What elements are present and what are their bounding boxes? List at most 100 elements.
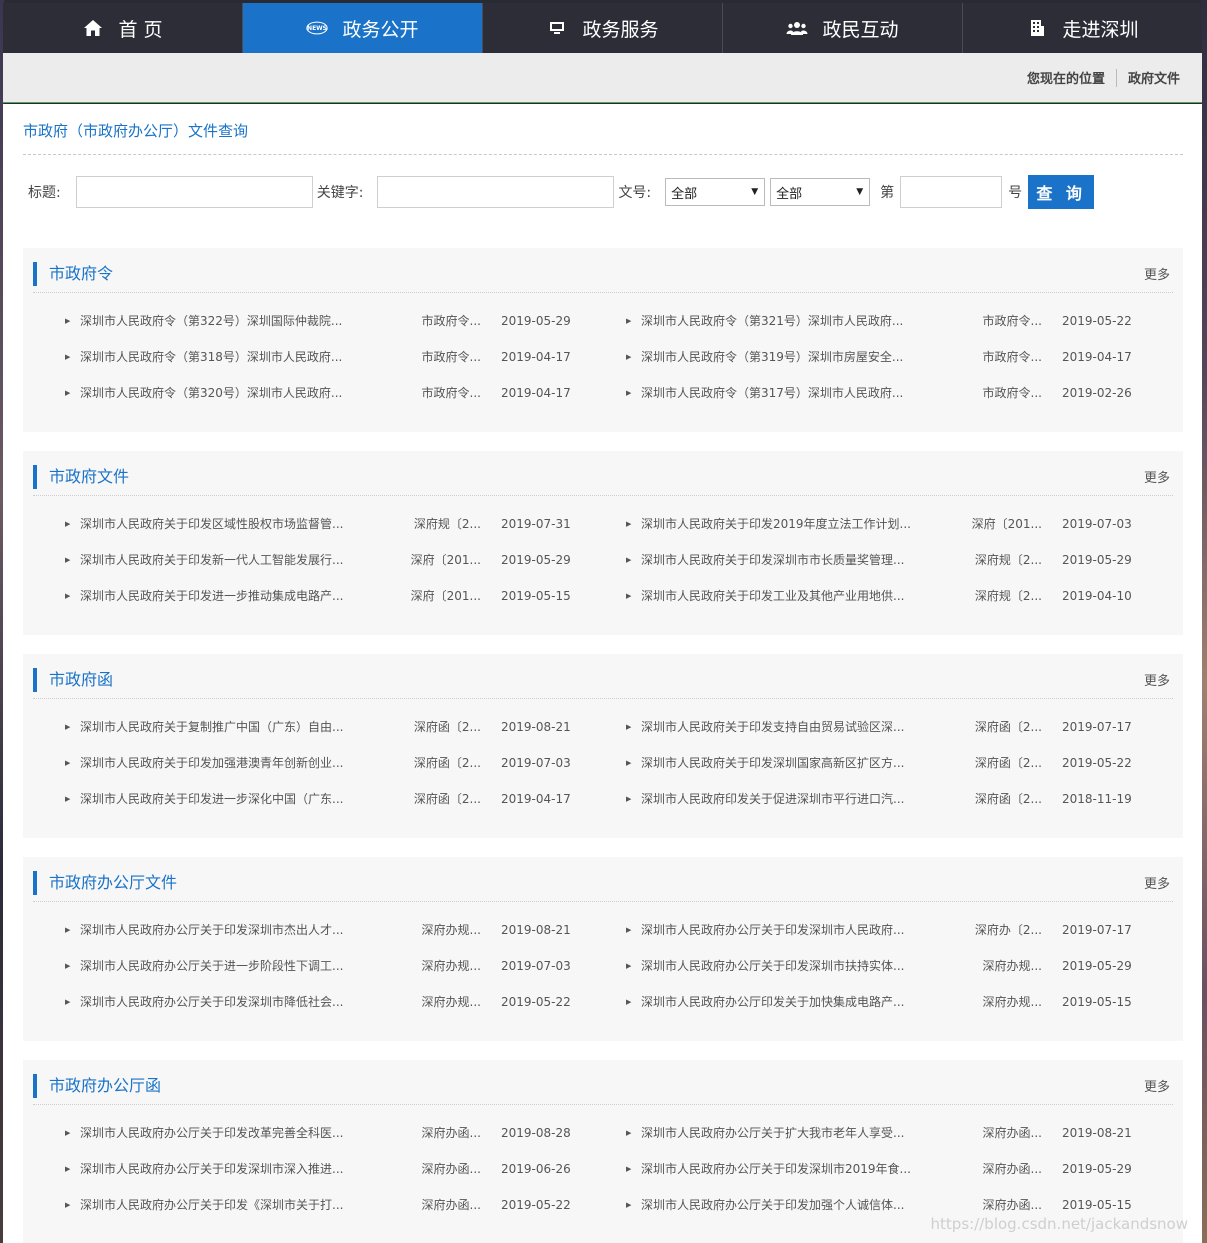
doc-number: 市政府令... [421, 314, 481, 328]
section-divider [33, 698, 1173, 699]
bullet-triangle-icon: ▶ [626, 998, 632, 1006]
list-row: ▶ 深圳市人民政府关于复制推广中国（广东）自由... 深府函〔2... 2019-08… [23, 717, 1183, 737]
section-title: 市政府令 [33, 262, 113, 286]
doc-year-select[interactable]: 全部 ▼ [770, 178, 871, 206]
doc-number: 深府办函... [982, 1126, 1042, 1140]
doc-title-link[interactable]: 深圳市人民政府令（第318号）深圳市人民政府... [80, 347, 350, 367]
doc-title-link[interactable]: 深圳市人民政府办公厅印发关于加快集成电路产... [641, 992, 921, 1012]
more-link[interactable]: 更多 [1144, 670, 1170, 689]
doc-date: 2019-08-21 [1062, 1126, 1132, 1140]
doc-title-link[interactable]: 深圳市人民政府关于印发进一步深化中国（广东... [80, 789, 350, 809]
doc-title-link[interactable]: 深圳市人民政府办公厅关于印发深圳市扶持实体... [641, 956, 921, 976]
doc-number: 深府函〔2... [974, 792, 1042, 806]
doc-type-select[interactable]: 全部 ▼ [665, 178, 766, 206]
doc-title-link[interactable]: 深圳市人民政府办公厅关于进一步阶段性下调工... [80, 956, 350, 976]
list-row: ▶ 深圳市人民政府办公厅关于印发深圳市降低社会... 深府办规... 2019-05-… [23, 992, 1183, 1012]
list-row: ▶ 深圳市人民政府关于印发区域性股权市场监督管... 深府规〔2... 2019-07… [23, 514, 1183, 534]
nav-item-government-services[interactable]: 政务服务 [483, 3, 723, 53]
doc-number: 市政府令... [421, 350, 481, 364]
list-row: ▶ 深圳市人民政府令（第318号）深圳市人民政府... 市政府令... 2019-04… [23, 347, 1183, 367]
doc-number: 市政府令... [982, 314, 1042, 328]
nav-item-government-affairs-open[interactable]: NEWS 政务公开 [243, 3, 483, 53]
list-row: ▶ 深圳市人民政府办公厅关于进一步阶段性下调工... 深府办规... 2019-07-… [23, 956, 1183, 976]
top-nav: 首 页 NEWS 政务公开 政务服务 政民互动 走进深圳 [3, 3, 1202, 53]
breadcrumb-current[interactable]: 政府文件 [1128, 68, 1180, 87]
doc-date: 2019-08-21 [501, 923, 571, 937]
doc-title-link[interactable]: 深圳市人民政府令（第320号）深圳市人民政府... [80, 383, 350, 403]
doc-title-link[interactable]: 深圳市人民政府令（第322号）深圳国际仲裁院... [80, 311, 350, 331]
doc-date: 2019-06-26 [501, 1162, 571, 1176]
nav-item-home[interactable]: 首 页 [3, 3, 243, 53]
doc-date: 2019-08-21 [501, 720, 571, 734]
more-link[interactable]: 更多 [1144, 264, 1170, 283]
more-link[interactable]: 更多 [1144, 467, 1170, 486]
bullet-triangle-icon: ▶ [65, 592, 71, 600]
doc-date: 2019-05-15 [501, 589, 571, 603]
doc-number: 深府办函... [982, 1198, 1042, 1212]
dropdown-arrow-icon: ▼ [856, 187, 864, 197]
doc-title-link[interactable]: 深圳市人民政府关于印发支持自由贸易试验区深... [641, 717, 921, 737]
title-input[interactable] [75, 176, 313, 208]
doc-title-link[interactable]: 深圳市人民政府办公厅关于扩大我市老年人享受... [641, 1123, 921, 1143]
doc-title-link[interactable]: 深圳市人民政府办公厅关于印发加强个人诚信体... [641, 1195, 921, 1215]
bullet-triangle-icon: ▶ [626, 795, 632, 803]
doc-date: 2019-05-15 [1062, 1198, 1132, 1212]
section-divider [33, 901, 1173, 902]
doc-title-link[interactable]: 深圳市人民政府办公厅关于印发深圳市2019年食... [641, 1159, 921, 1179]
doc-number: 深府〔201... [410, 553, 481, 567]
doc-number: 深府办函... [421, 1126, 481, 1140]
more-link[interactable]: 更多 [1144, 1076, 1170, 1095]
doc-title-link[interactable]: 深圳市人民政府印发关于促进深圳市平行进口汽... [641, 789, 921, 809]
search-form: 标题: 关键字: 文号: 全部 ▼ 全部 ▼ 第 号 查 询 [23, 175, 1095, 209]
list-row: ▶ 深圳市人民政府关于印发进一步推动集成电路产... 深府〔201... 2019-0… [23, 586, 1183, 606]
nav-item-public-interaction[interactable]: 政民互动 [723, 3, 963, 53]
title-label: 标题: [28, 185, 61, 201]
doc-type-select-value: 全部 [671, 186, 698, 202]
doc-title-link[interactable]: 深圳市人民政府关于印发深圳市市长质量奖管理... [641, 550, 921, 570]
doc-title-link[interactable]: 深圳市人民政府关于印发2019年度立法工作计划... [641, 514, 921, 534]
list-row: ▶ 深圳市人民政府办公厅关于印发《深圳市关于打... 深府办函... 2019-05-… [23, 1195, 1183, 1215]
bullet-triangle-icon: ▶ [626, 1201, 632, 1209]
bullet-triangle-icon: ▶ [626, 592, 632, 600]
doc-title-link[interactable]: 深圳市人民政府令（第319号）深圳市房屋安全... [641, 347, 921, 367]
doc-title-link[interactable]: 深圳市人民政府办公厅关于印发深圳市人民政府... [641, 920, 921, 940]
doc-title-link[interactable]: 深圳市人民政府关于复制推广中国（广东）自由... [80, 717, 350, 737]
bullet-triangle-icon: ▶ [65, 1129, 71, 1137]
doc-number: 深府办规... [421, 959, 481, 973]
list-row: ▶ 深圳市人民政府关于印发进一步深化中国（广东... 深府函〔2... 2019-04… [23, 789, 1183, 809]
doc-number-input[interactable] [900, 176, 1003, 208]
doc-number: 深府办规... [982, 995, 1042, 1009]
doc-year-select-value: 全部 [776, 186, 803, 202]
doc-title-link[interactable]: 深圳市人民政府办公厅关于印发深圳市深入推进... [80, 1159, 350, 1179]
nav-item-about-shenzhen[interactable]: 走进深圳 [963, 3, 1202, 53]
doc-title-link[interactable]: 深圳市人民政府关于印发区域性股权市场监督管... [80, 514, 350, 534]
doc-number: 深府办函... [421, 1162, 481, 1176]
doc-number: 深府办函... [982, 1162, 1042, 1176]
nav-label-about-shenzhen: 走进深圳 [1062, 18, 1139, 41]
bullet-triangle-icon: ▶ [626, 317, 632, 325]
breadcrumb-separator [1115, 68, 1117, 87]
dropdown-arrow-icon: ▼ [751, 187, 759, 197]
bullet-triangle-icon: ▶ [65, 795, 71, 803]
doc-title-link[interactable]: 深圳市人民政府关于印发深圳国家高新区扩区方... [641, 753, 921, 773]
doc-number: 深府〔201... [971, 517, 1042, 531]
bullet-triangle-icon: ▶ [65, 759, 71, 767]
monitor-icon [546, 17, 568, 39]
doc-title-link[interactable]: 深圳市人民政府关于印发工业及其他产业用地供... [641, 586, 921, 606]
keyword-input[interactable] [377, 176, 615, 208]
doc-date: 2019-05-22 [1062, 756, 1132, 770]
query-button[interactable]: 查 询 [1028, 175, 1095, 209]
doc-title-link[interactable]: 深圳市人民政府关于印发加强港澳青年创新创业... [80, 753, 350, 773]
doc-title-link[interactable]: 深圳市人民政府办公厅关于印发深圳市降低社会... [80, 992, 350, 1012]
more-link[interactable]: 更多 [1144, 873, 1170, 892]
doc-title-link[interactable]: 深圳市人民政府办公厅关于印发改革完善全科医... [80, 1123, 350, 1143]
doc-title-link[interactable]: 深圳市人民政府令（第317号）深圳市人民政府... [641, 383, 921, 403]
nav-label-public-interaction: 政民互动 [822, 18, 899, 41]
news-badge-text: NEWS [308, 26, 328, 32]
watermark: https://blog.csdn.net/jackandsnow [930, 1215, 1188, 1233]
doc-title-link[interactable]: 深圳市人民政府令（第321号）深圳市人民政府... [641, 311, 921, 331]
doc-title-link[interactable]: 深圳市人民政府办公厅关于印发《深圳市关于打... [80, 1195, 350, 1215]
doc-title-link[interactable]: 深圳市人民政府关于印发进一步推动集成电路产... [80, 586, 350, 606]
doc-title-link[interactable]: 深圳市人民政府关于印发新一代人工智能发展行... [80, 550, 350, 570]
doc-title-link[interactable]: 深圳市人民政府办公厅关于印发深圳市杰出人才... [80, 920, 350, 940]
